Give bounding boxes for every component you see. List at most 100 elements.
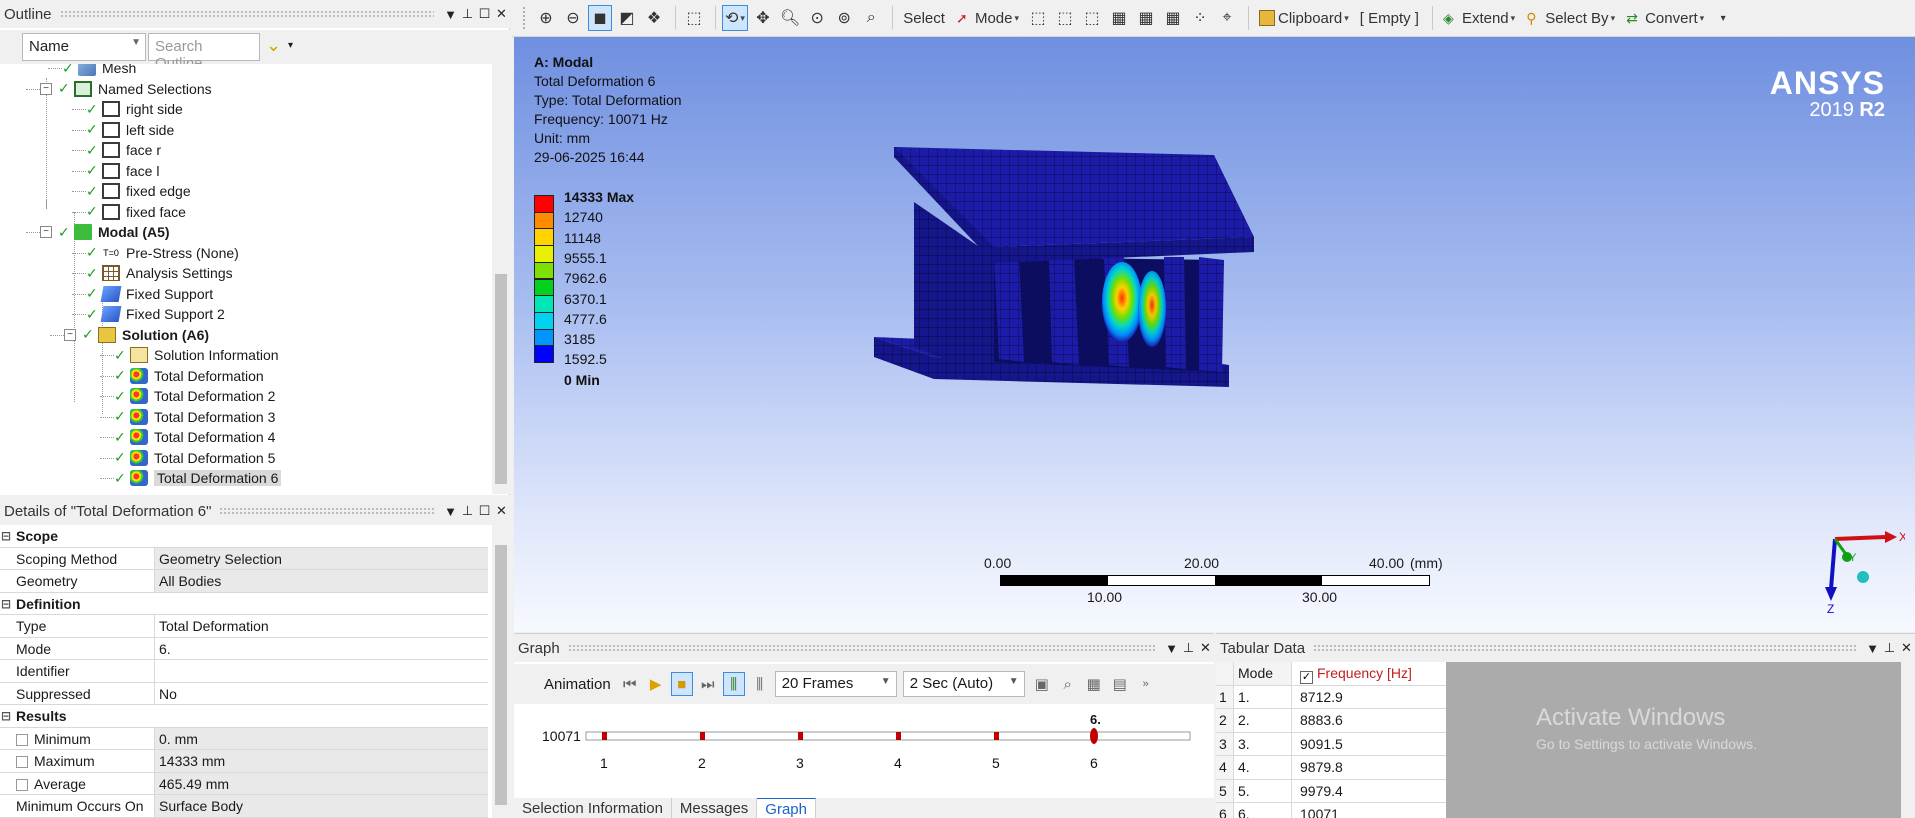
zoom-out-icon[interactable]: ⊖ (561, 5, 585, 31)
select-coords-icon[interactable]: ⌖ (1215, 5, 1239, 31)
tree-node[interactable]: ✓ Mesh (62, 64, 136, 78)
table-row[interactable]: 6 6. 10071 (1216, 803, 1446, 818)
frequency-column-header[interactable]: ✓ Frequency [Hz] (1292, 662, 1446, 685)
details-property-row[interactable]: Maximum 14333 mm (0, 750, 488, 773)
property-value[interactable]: 6. (155, 638, 488, 660)
tree-node[interactable]: ✓ Total Deformation 3 (114, 407, 275, 427)
details-property-row[interactable]: Minimum 0. mm (0, 727, 488, 750)
select-edge-icon[interactable]: ⬚ (1053, 5, 1077, 31)
tree-node[interactable]: ✓ fixed face (86, 202, 186, 222)
tree-node[interactable]: − ✓ Modal (A5) (40, 222, 170, 242)
details-group-row[interactable]: ⊟ Scope (0, 525, 488, 548)
play-icon[interactable]: ▶ (645, 672, 667, 696)
select-button[interactable]: Select (899, 5, 949, 31)
select-mesh-icon[interactable]: ⁘ (1188, 5, 1212, 31)
panel-menu-icon[interactable]: ▼ (1864, 641, 1881, 656)
distributed-frames-icon[interactable]: ⫼ (722, 672, 745, 696)
details-property-row[interactable]: Average 465.49 mm (0, 772, 488, 795)
property-value[interactable]: Total Deformation (155, 615, 488, 637)
previous-frame-icon[interactable]: ⏮ (619, 672, 641, 696)
pin-icon[interactable]: ⊥ (459, 503, 476, 519)
maximize-icon[interactable]: ☐ (476, 503, 493, 519)
tree-node[interactable]: ✓ face r (86, 140, 161, 160)
details-property-row[interactable]: Geometry All Bodies (0, 570, 488, 593)
graphics-viewport[interactable]: A: Modal Total Deformation 6 Type: Total… (514, 37, 1915, 632)
cube-view-icon[interactable]: ❖ (642, 5, 666, 31)
stop-icon[interactable]: ■ (670, 672, 693, 696)
frames-select[interactable]: 20 Frames ▼ (774, 671, 897, 697)
pin-icon[interactable]: ⊥ (1180, 640, 1197, 656)
details-property-row[interactable]: Suppressed No (0, 682, 488, 705)
result-frames-icon[interactable]: ⫼ (749, 672, 771, 696)
tree-node[interactable]: ✓ Total Deformation 2 (114, 386, 275, 406)
tree-node[interactable]: − ✓ Named Selections (40, 79, 212, 99)
panel-menu-icon[interactable]: ▼ (442, 504, 459, 519)
checkbox-checked-icon[interactable]: ✓ (1300, 671, 1313, 684)
filter-type-select[interactable]: Name ▼ (22, 33, 146, 61)
shaded-view-icon[interactable]: ◼ (588, 5, 612, 31)
graph-bar[interactable] (896, 732, 901, 740)
bottom-tab[interactable]: Selection Information (514, 798, 672, 818)
panel-grip[interactable] (1313, 644, 1856, 652)
tree-node[interactable]: ✓ Solution Information (114, 345, 279, 365)
parameter-checkbox[interactable] (16, 778, 28, 791)
filter-chevron-icon[interactable]: ⌄ (266, 35, 281, 56)
table-row[interactable]: 1 1. 8712.9 (1216, 685, 1446, 709)
select-face-icon[interactable]: ⬚ (1080, 5, 1104, 31)
pan-icon[interactable]: ✥ (751, 5, 775, 31)
tree-node[interactable]: ✓ Total Deformation 5 (114, 448, 275, 468)
zoom-icon[interactable]: 🔍︎ (778, 5, 802, 31)
scrollbar-thumb[interactable] (495, 274, 507, 484)
panel-grip[interactable] (219, 507, 434, 515)
table-row[interactable]: 4 4. 9879.8 (1216, 756, 1446, 780)
tree-node[interactable]: ✓ right side (86, 99, 183, 119)
property-value[interactable]: No (155, 683, 488, 705)
scrollbar-thumb[interactable] (495, 545, 507, 805)
graph-bar[interactable] (602, 732, 607, 740)
details-property-row[interactable]: Scoping Method Geometry Selection (0, 547, 488, 570)
pin-icon[interactable]: ⊥ (459, 6, 476, 22)
zoom-in-icon[interactable]: ⊕ (534, 5, 558, 31)
outline-scrollbar[interactable] (492, 64, 510, 494)
panel-menu-icon[interactable]: ▼ (1163, 641, 1180, 656)
graph-bar[interactable] (700, 732, 705, 740)
panel-grip[interactable] (59, 10, 434, 18)
maximize-icon[interactable]: ☐ (476, 6, 493, 22)
dropdown-arrow-icon[interactable]: ▾ (288, 40, 293, 51)
close-icon[interactable]: ✕ (493, 503, 510, 519)
table-row[interactable]: 5 5. 9979.4 (1216, 779, 1446, 803)
bottom-tab[interactable]: Graph (757, 798, 816, 818)
pin-icon[interactable]: ⊥ (1881, 640, 1898, 656)
close-icon[interactable]: ✕ (1898, 640, 1915, 656)
property-value[interactable] (155, 660, 488, 682)
graph-options-icon[interactable]: ▤ (1109, 672, 1131, 696)
select-body-icon[interactable]: ▦ (1107, 5, 1131, 31)
tabular-scrollbar[interactable] (1901, 662, 1915, 818)
box-select-icon[interactable]: ⬚ (682, 5, 706, 31)
details-property-row[interactable]: Mode 6. (0, 637, 488, 660)
table-row[interactable]: 3 3. 9091.5 (1216, 732, 1446, 756)
deformed-model[interactable] (874, 147, 1434, 477)
convert-button[interactable]: ⇄ Convert ▾ (1622, 5, 1708, 31)
export-video-icon[interactable]: ▣ (1031, 672, 1053, 696)
close-icon[interactable]: ✕ (1197, 640, 1214, 656)
extend-button[interactable]: ◈ Extend ▾ (1439, 5, 1519, 31)
toolbar-overflow-icon[interactable]: ▾ (1711, 5, 1735, 31)
details-property-row[interactable]: Minimum Occurs On Surface Body (0, 795, 488, 818)
collapse-toggle-icon[interactable]: − (40, 226, 52, 238)
zoom-graph-icon[interactable]: ⌕ (1057, 672, 1079, 696)
collapse-group-icon[interactable]: ⊟ (0, 705, 12, 727)
axis-triad[interactable]: X Y Z (1805, 517, 1905, 617)
overflow-icon[interactable]: » (1135, 672, 1157, 696)
duration-select[interactable]: 2 Sec (Auto) ▼ (902, 671, 1025, 697)
parameter-checkbox[interactable] (16, 756, 28, 768)
details-group-row[interactable]: ⊟ Definition (0, 592, 488, 615)
select-vertex-icon[interactable]: ⬚ (1026, 5, 1050, 31)
zoom-box-icon[interactable]: ⊙ (805, 5, 829, 31)
zoom-fit-icon[interactable]: ⊚ (832, 5, 856, 31)
magnifier-icon[interactable]: ⌕ (859, 5, 883, 31)
details-property-row[interactable]: Type Total Deformation (0, 615, 488, 638)
tree-node[interactable]: − ✓ Solution (A6) (64, 325, 209, 345)
tree-node[interactable]: ✓ face l (86, 161, 159, 181)
graph-bar[interactable] (994, 732, 999, 740)
